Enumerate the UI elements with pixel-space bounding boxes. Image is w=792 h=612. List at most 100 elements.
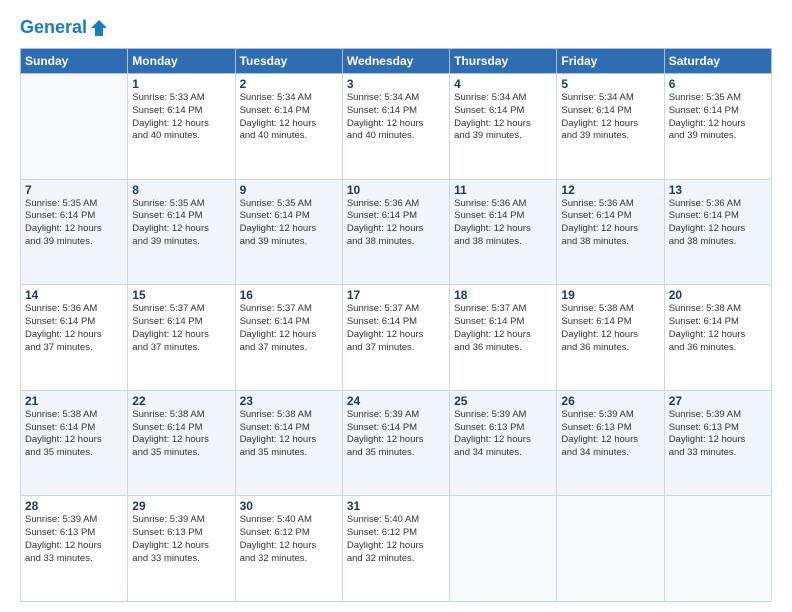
calendar-cell: 21Sunrise: 5:38 AMSunset: 6:14 PMDayligh… (21, 390, 128, 496)
calendar-week-row: 7Sunrise: 5:35 AMSunset: 6:14 PMDaylight… (21, 179, 772, 285)
calendar-cell (557, 496, 664, 602)
day-number: 10 (347, 183, 445, 197)
day-number: 9 (240, 183, 338, 197)
day-info: Sunrise: 5:39 AMSunset: 6:13 PMDaylight:… (669, 409, 767, 460)
calendar-cell: 6Sunrise: 5:35 AMSunset: 6:14 PMDaylight… (664, 74, 771, 180)
day-info: Sunrise: 5:37 AMSunset: 6:14 PMDaylight:… (132, 303, 230, 354)
day-info: Sunrise: 5:38 AMSunset: 6:14 PMDaylight:… (561, 303, 659, 354)
calendar-cell: 13Sunrise: 5:36 AMSunset: 6:14 PMDayligh… (664, 179, 771, 285)
day-info: Sunrise: 5:34 AMSunset: 6:14 PMDaylight:… (347, 92, 445, 143)
day-info: Sunrise: 5:39 AMSunset: 6:13 PMDaylight:… (25, 514, 123, 565)
day-number: 24 (347, 394, 445, 408)
day-info: Sunrise: 5:39 AMSunset: 6:13 PMDaylight:… (132, 514, 230, 565)
day-number: 12 (561, 183, 659, 197)
day-number: 23 (240, 394, 338, 408)
day-number: 21 (25, 394, 123, 408)
calendar-week-row: 28Sunrise: 5:39 AMSunset: 6:13 PMDayligh… (21, 496, 772, 602)
logo-text: General (20, 18, 87, 38)
calendar-cell: 10Sunrise: 5:36 AMSunset: 6:14 PMDayligh… (342, 179, 449, 285)
calendar-cell (21, 74, 128, 180)
day-info: Sunrise: 5:35 AMSunset: 6:14 PMDaylight:… (132, 198, 230, 249)
calendar-cell: 19Sunrise: 5:38 AMSunset: 6:14 PMDayligh… (557, 285, 664, 391)
day-number: 20 (669, 288, 767, 302)
calendar-header-wednesday: Wednesday (342, 49, 449, 74)
day-info: Sunrise: 5:33 AMSunset: 6:14 PMDaylight:… (132, 92, 230, 143)
calendar-table: SundayMondayTuesdayWednesdayThursdayFrid… (20, 48, 772, 602)
calendar-cell: 15Sunrise: 5:37 AMSunset: 6:14 PMDayligh… (128, 285, 235, 391)
calendar-header-row: SundayMondayTuesdayWednesdayThursdayFrid… (21, 49, 772, 74)
day-info: Sunrise: 5:34 AMSunset: 6:14 PMDaylight:… (240, 92, 338, 143)
day-number: 15 (132, 288, 230, 302)
page: General SundayMondayTuesdayWednesdayThur… (0, 0, 792, 612)
calendar-cell: 27Sunrise: 5:39 AMSunset: 6:13 PMDayligh… (664, 390, 771, 496)
calendar-cell (664, 496, 771, 602)
day-number: 28 (25, 499, 123, 513)
day-number: 6 (669, 77, 767, 91)
header: General (20, 18, 772, 38)
calendar-cell: 16Sunrise: 5:37 AMSunset: 6:14 PMDayligh… (235, 285, 342, 391)
day-info: Sunrise: 5:39 AMSunset: 6:13 PMDaylight:… (454, 409, 552, 460)
calendar-cell: 12Sunrise: 5:36 AMSunset: 6:14 PMDayligh… (557, 179, 664, 285)
day-number: 18 (454, 288, 552, 302)
day-info: Sunrise: 5:36 AMSunset: 6:14 PMDaylight:… (347, 198, 445, 249)
logo-general: General (20, 17, 87, 37)
day-info: Sunrise: 5:37 AMSunset: 6:14 PMDaylight:… (347, 303, 445, 354)
day-number: 16 (240, 288, 338, 302)
calendar-cell: 8Sunrise: 5:35 AMSunset: 6:14 PMDaylight… (128, 179, 235, 285)
day-number: 13 (669, 183, 767, 197)
calendar-header-thursday: Thursday (450, 49, 557, 74)
calendar-week-row: 14Sunrise: 5:36 AMSunset: 6:14 PMDayligh… (21, 285, 772, 391)
calendar-cell: 5Sunrise: 5:34 AMSunset: 6:14 PMDaylight… (557, 74, 664, 180)
calendar-cell: 11Sunrise: 5:36 AMSunset: 6:14 PMDayligh… (450, 179, 557, 285)
calendar-header-tuesday: Tuesday (235, 49, 342, 74)
day-info: Sunrise: 5:36 AMSunset: 6:14 PMDaylight:… (561, 198, 659, 249)
day-info: Sunrise: 5:35 AMSunset: 6:14 PMDaylight:… (240, 198, 338, 249)
day-number: 7 (25, 183, 123, 197)
day-info: Sunrise: 5:37 AMSunset: 6:14 PMDaylight:… (240, 303, 338, 354)
calendar-cell: 31Sunrise: 5:40 AMSunset: 6:12 PMDayligh… (342, 496, 449, 602)
calendar-cell: 26Sunrise: 5:39 AMSunset: 6:13 PMDayligh… (557, 390, 664, 496)
day-info: Sunrise: 5:38 AMSunset: 6:14 PMDaylight:… (669, 303, 767, 354)
calendar-header-friday: Friday (557, 49, 664, 74)
calendar-cell: 30Sunrise: 5:40 AMSunset: 6:12 PMDayligh… (235, 496, 342, 602)
day-info: Sunrise: 5:37 AMSunset: 6:14 PMDaylight:… (454, 303, 552, 354)
day-number: 26 (561, 394, 659, 408)
calendar-cell: 7Sunrise: 5:35 AMSunset: 6:14 PMDaylight… (21, 179, 128, 285)
calendar-cell: 17Sunrise: 5:37 AMSunset: 6:14 PMDayligh… (342, 285, 449, 391)
day-info: Sunrise: 5:40 AMSunset: 6:12 PMDaylight:… (240, 514, 338, 565)
day-number: 8 (132, 183, 230, 197)
day-number: 2 (240, 77, 338, 91)
day-info: Sunrise: 5:39 AMSunset: 6:14 PMDaylight:… (347, 409, 445, 460)
calendar-cell: 23Sunrise: 5:38 AMSunset: 6:14 PMDayligh… (235, 390, 342, 496)
day-number: 29 (132, 499, 230, 513)
day-info: Sunrise: 5:36 AMSunset: 6:14 PMDaylight:… (25, 303, 123, 354)
calendar-week-row: 1Sunrise: 5:33 AMSunset: 6:14 PMDaylight… (21, 74, 772, 180)
calendar-header-monday: Monday (128, 49, 235, 74)
day-info: Sunrise: 5:39 AMSunset: 6:13 PMDaylight:… (561, 409, 659, 460)
calendar-cell: 18Sunrise: 5:37 AMSunset: 6:14 PMDayligh… (450, 285, 557, 391)
calendar-header-saturday: Saturday (664, 49, 771, 74)
day-info: Sunrise: 5:35 AMSunset: 6:14 PMDaylight:… (25, 198, 123, 249)
day-number: 27 (669, 394, 767, 408)
day-number: 25 (454, 394, 552, 408)
logo-icon (89, 18, 109, 38)
day-number: 5 (561, 77, 659, 91)
calendar-cell: 2Sunrise: 5:34 AMSunset: 6:14 PMDaylight… (235, 74, 342, 180)
day-info: Sunrise: 5:38 AMSunset: 6:14 PMDaylight:… (25, 409, 123, 460)
calendar-cell: 20Sunrise: 5:38 AMSunset: 6:14 PMDayligh… (664, 285, 771, 391)
day-info: Sunrise: 5:38 AMSunset: 6:14 PMDaylight:… (132, 409, 230, 460)
day-number: 1 (132, 77, 230, 91)
day-number: 14 (25, 288, 123, 302)
calendar-cell: 4Sunrise: 5:34 AMSunset: 6:14 PMDaylight… (450, 74, 557, 180)
calendar-cell: 25Sunrise: 5:39 AMSunset: 6:13 PMDayligh… (450, 390, 557, 496)
calendar-cell: 9Sunrise: 5:35 AMSunset: 6:14 PMDaylight… (235, 179, 342, 285)
day-number: 30 (240, 499, 338, 513)
calendar-cell: 22Sunrise: 5:38 AMSunset: 6:14 PMDayligh… (128, 390, 235, 496)
calendar-cell: 28Sunrise: 5:39 AMSunset: 6:13 PMDayligh… (21, 496, 128, 602)
day-number: 4 (454, 77, 552, 91)
day-number: 17 (347, 288, 445, 302)
day-number: 31 (347, 499, 445, 513)
day-info: Sunrise: 5:36 AMSunset: 6:14 PMDaylight:… (454, 198, 552, 249)
calendar-cell: 29Sunrise: 5:39 AMSunset: 6:13 PMDayligh… (128, 496, 235, 602)
calendar-cell: 24Sunrise: 5:39 AMSunset: 6:14 PMDayligh… (342, 390, 449, 496)
